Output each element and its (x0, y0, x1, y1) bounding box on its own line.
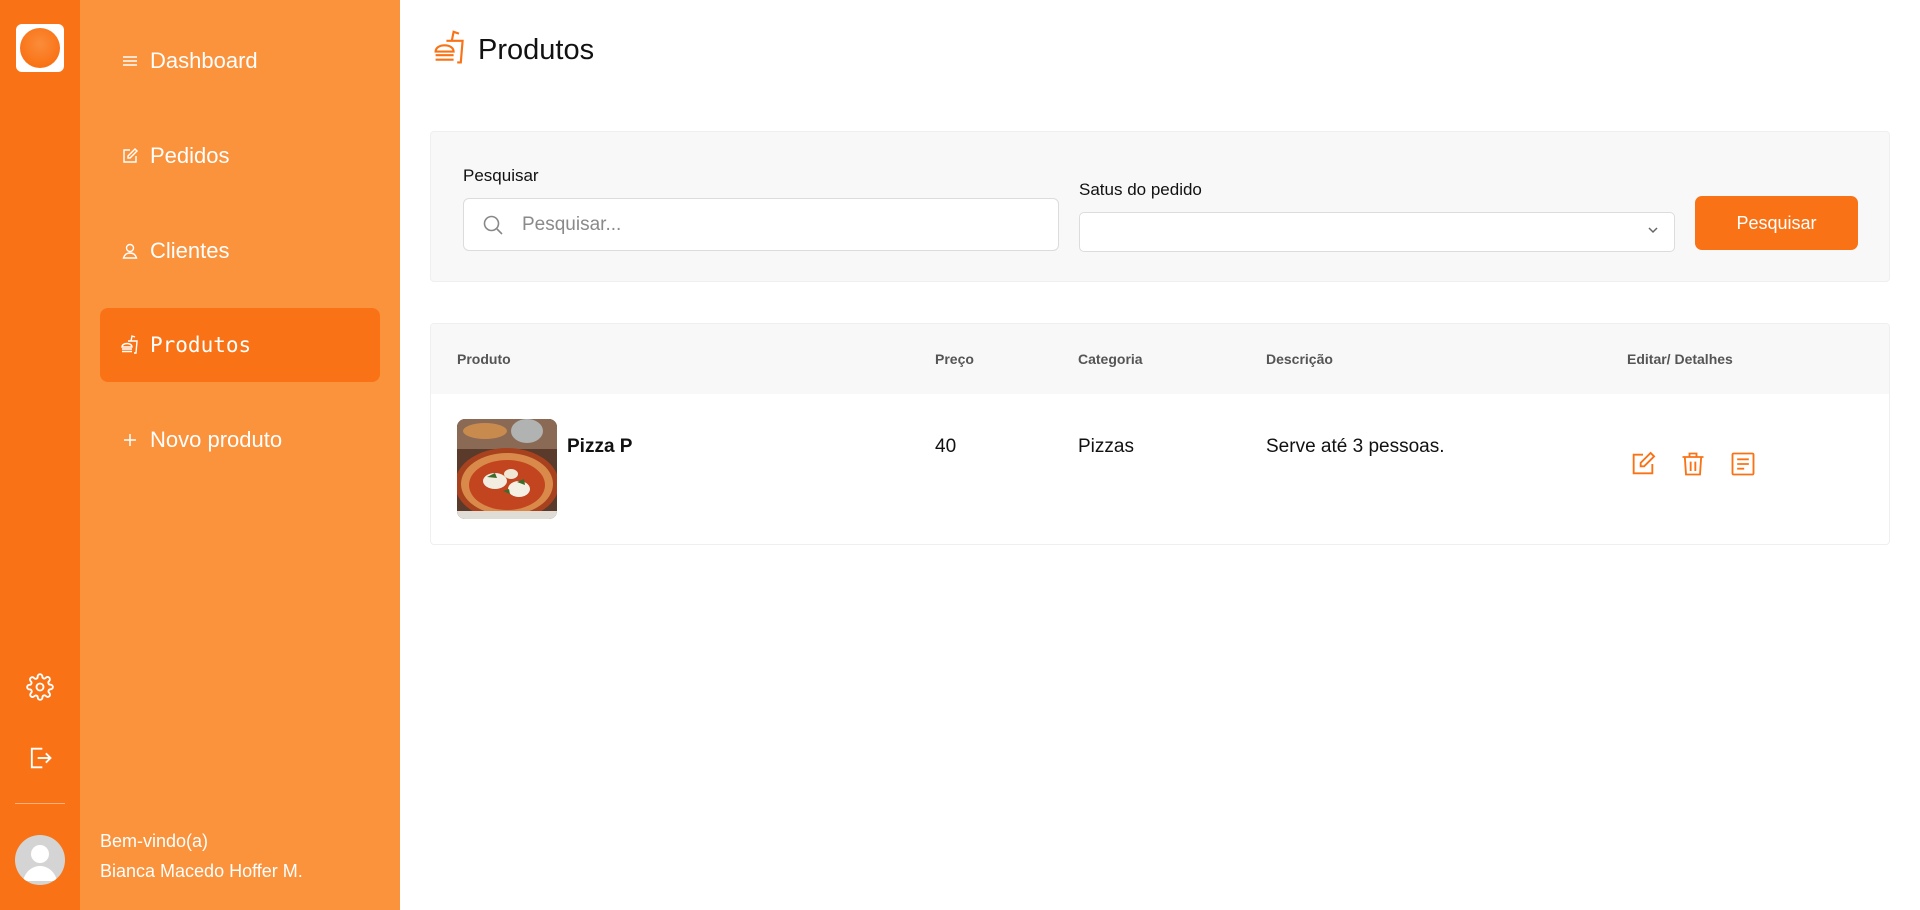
logout-icon[interactable] (22, 740, 58, 776)
filter-panel: Pesquisar Satus do pedido Pesquisar (430, 131, 1890, 282)
edit-icon[interactable] (1627, 448, 1659, 480)
settings-icon[interactable] (22, 669, 58, 705)
product-price: 40 (935, 436, 957, 457)
avatar[interactable] (15, 835, 65, 885)
sidebar-item-clientes[interactable]: Clientes (100, 214, 380, 288)
icon-rail (0, 0, 80, 910)
welcome-block: Bem-vindo(a) Bianca Macedo Hoffer M. (100, 826, 303, 886)
chevron-down-icon (1646, 223, 1660, 242)
status-label: Satus do pedido (1079, 180, 1202, 199)
trash-icon[interactable] (1677, 448, 1709, 480)
user-name: Bianca Macedo Hoffer M. (100, 861, 303, 881)
search-field[interactable] (463, 198, 1059, 251)
column-header-produto: Produto (457, 351, 511, 367)
search-button[interactable]: Pesquisar (1695, 196, 1858, 250)
column-header-descricao: Descrição (1266, 351, 1333, 367)
sidebar-item-label: Produtos (150, 333, 252, 357)
sidebar-item-label: Pedidos (150, 143, 230, 168)
menu-icon (120, 51, 140, 71)
search-icon (464, 213, 522, 237)
column-header-acoes: Editar/ Detalhes (1627, 351, 1733, 367)
sidebar: Dashboard Pedidos Clientes Produtos Novo… (80, 0, 400, 910)
sidebar-item-produtos[interactable]: Produtos (100, 308, 380, 382)
products-table: Produto Preço Categoria Descrição Editar… (430, 323, 1890, 545)
fastfood-icon (432, 30, 468, 71)
column-header-preco: Preço (935, 351, 974, 367)
sidebar-item-novo-produto[interactable]: Novo produto (100, 403, 380, 477)
product-image (457, 419, 557, 519)
search-label: Pesquisar (463, 166, 539, 185)
status-select[interactable] (1079, 212, 1675, 252)
welcome-text: Bem-vindo(a) (100, 831, 209, 851)
product-name: Pizza P (567, 436, 633, 457)
table-header: Produto Preço Categoria Descrição Editar… (431, 324, 1889, 394)
details-icon[interactable] (1727, 448, 1759, 480)
search-input[interactable] (522, 213, 1042, 236)
fastfood-icon (120, 335, 140, 355)
product-description: Serve até 3 pessoas. (1266, 436, 1445, 457)
sidebar-item-label: Novo produto (150, 427, 283, 452)
sidebar-item-pedidos[interactable]: Pedidos (100, 119, 380, 193)
column-header-categoria: Categoria (1078, 351, 1143, 367)
sidebar-item-label: Clientes (150, 238, 230, 263)
sidebar-item-label: Dashboard (150, 48, 258, 73)
plus-icon (120, 430, 140, 450)
sidebar-item-dashboard[interactable]: Dashboard (100, 24, 380, 98)
product-category: Pizzas (1078, 436, 1134, 457)
rail-divider (15, 803, 65, 804)
page-title: Produtos (478, 34, 595, 66)
edit-icon (120, 146, 140, 166)
app-logo[interactable] (16, 24, 64, 72)
user-icon (120, 241, 140, 261)
page-header: Produtos (432, 30, 594, 71)
